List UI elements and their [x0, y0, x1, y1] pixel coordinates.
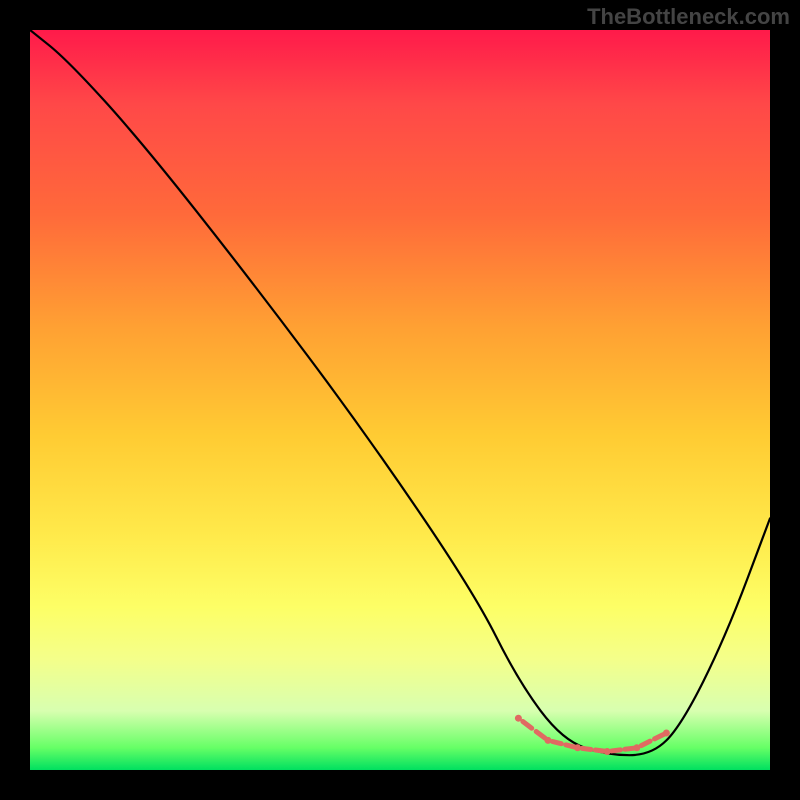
curve-minimum-highlight [515, 715, 670, 755]
chart-svg [30, 30, 770, 770]
watermark-text: TheBottleneck.com [587, 4, 790, 30]
chart-plot-area [30, 30, 770, 770]
bottleneck-curve-line [30, 30, 770, 755]
